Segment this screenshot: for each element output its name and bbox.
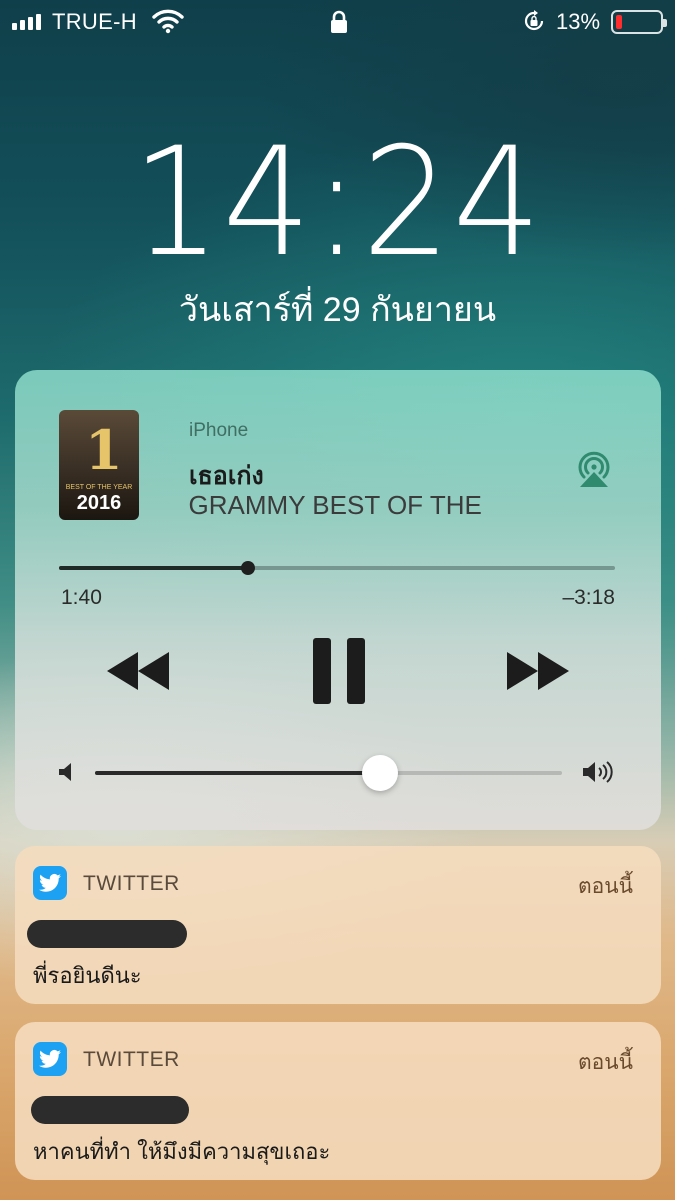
artist-marquee: MM GRAMMY BEST OF THE bbox=[180, 490, 560, 524]
fast-forward-icon[interactable] bbox=[507, 652, 569, 690]
album-art-number: 1 bbox=[85, 418, 123, 482]
now-playing-widget[interactable]: 1 BEST OF THE YEAR 2016 iPhone เธอเก่ง M… bbox=[15, 370, 661, 830]
volume-high-icon bbox=[583, 761, 613, 783]
notification-card[interactable]: TWITTER ตอนนี้ พี่รอยินดีนะ bbox=[15, 846, 661, 1004]
album-art-year: 2016 bbox=[76, 492, 122, 514]
airplay-icon[interactable] bbox=[575, 448, 613, 488]
output-device-label: iPhone bbox=[189, 420, 249, 441]
lock-screen-date: วันเสาร์ที่ 29 กันยายน bbox=[178, 291, 497, 329]
playback-progress-fill bbox=[59, 566, 249, 570]
lock-icon bbox=[331, 10, 347, 33]
twitter-bird-icon bbox=[33, 1042, 67, 1076]
album-art[interactable]: 1 BEST OF THE YEAR 2016 bbox=[59, 410, 139, 520]
battery-level bbox=[616, 15, 622, 29]
volume-slider-fill bbox=[95, 771, 380, 775]
notification-app-name: TWITTER bbox=[83, 872, 180, 895]
redacted-sender bbox=[27, 920, 187, 948]
pause-icon[interactable] bbox=[313, 638, 365, 704]
battery-percentage: 13% bbox=[556, 9, 601, 34]
notification-message: พี่รอยินดีนะ bbox=[33, 963, 142, 988]
battery-icon bbox=[611, 10, 667, 34]
remaining-time: –3:18 bbox=[562, 586, 615, 609]
playback-scrubber-handle[interactable] bbox=[241, 561, 256, 575]
notification-app-name: TWITTER bbox=[83, 1048, 180, 1071]
notification-card[interactable]: TWITTER ตอนนี้ หาคนที่ทำ ให้มึงมีความสุข… bbox=[15, 1022, 661, 1180]
twitter-bird-icon bbox=[33, 866, 67, 900]
status-bar: TRUE-H 13% bbox=[0, 0, 675, 44]
elapsed-time: 1:40 bbox=[61, 586, 102, 609]
album-art-subtitle: BEST OF THE YEAR bbox=[65, 484, 133, 491]
notification-time: ตอนนี้ bbox=[578, 875, 633, 898]
lock-screen-time: 14:24 bbox=[131, 116, 544, 290]
rotation-lock-icon bbox=[524, 10, 544, 31]
carrier-name: TRUE-H bbox=[52, 9, 137, 34]
notification-time: ตอนนี้ bbox=[578, 1051, 633, 1074]
rewind-icon[interactable] bbox=[107, 652, 169, 690]
volume-low-icon bbox=[59, 763, 71, 781]
artist-album-text: MM GRAMMY BEST OF THE bbox=[180, 490, 482, 520]
notification-message: หาคนที่ทำ ให้มึงมีความสุขเถอะ bbox=[33, 1139, 331, 1164]
wifi-icon bbox=[152, 9, 184, 34]
redacted-sender bbox=[31, 1096, 189, 1124]
volume-slider-handle[interactable] bbox=[361, 755, 398, 791]
signal-strength-icon bbox=[12, 12, 41, 30]
